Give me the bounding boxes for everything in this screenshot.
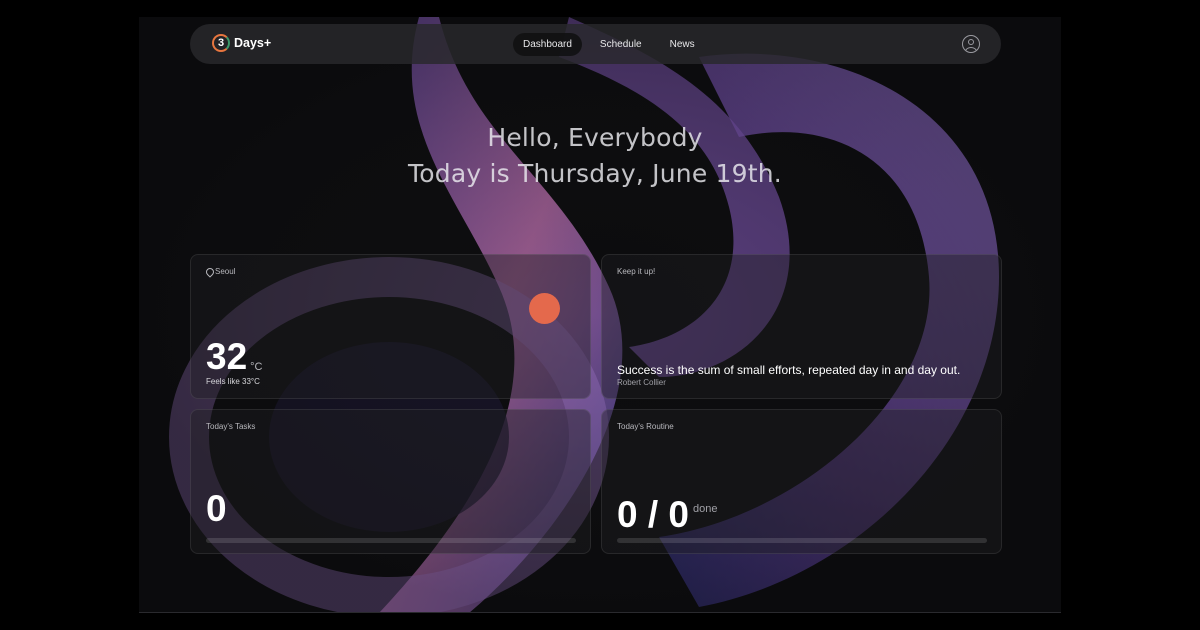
feels-like: Feels like 33°C (206, 377, 260, 386)
weather-card[interactable]: Seoul 32 °C Feels like 33°C (190, 254, 591, 399)
quote-label: Keep it up! (617, 267, 656, 276)
top-navbar: 3 Days+ Dashboard Schedule News (190, 24, 1001, 64)
routine-count: 0 / 0 done (617, 488, 717, 536)
logo-text: Days+ (234, 36, 272, 50)
greeting-title: Hello, Everybody (487, 123, 703, 152)
location-pin-icon (206, 268, 212, 276)
temperature-unit: °C (250, 361, 263, 373)
greeting-date: Today is Thursday, June 19th. (408, 159, 782, 188)
greeting: Hello, Everybody Today is Thursday, June… (139, 120, 1051, 192)
logo-mark-icon: 3 (212, 34, 230, 52)
routine-progress-bar (617, 538, 987, 543)
sun-icon (529, 293, 560, 324)
weather-location: Seoul (206, 267, 235, 276)
routine-count-value: 0 / 0 (617, 494, 689, 535)
tasks-count: 0 (206, 488, 227, 530)
tasks-progress-bar (206, 538, 576, 543)
weather-city: Seoul (215, 267, 236, 276)
tasks-card[interactable]: Today's Tasks 0 (190, 409, 591, 554)
tasks-count-value: 0 (206, 488, 227, 529)
routine-label: Today's Routine (617, 422, 674, 431)
user-avatar-icon[interactable] (962, 35, 980, 53)
quote-author: Robert Collier (617, 378, 666, 387)
nav-item-news[interactable]: News (660, 33, 705, 56)
nav-item-schedule[interactable]: Schedule (590, 33, 652, 56)
tasks-label: Today's Tasks (206, 422, 256, 431)
quote-card[interactable]: Keep it up! Success is the sum of small … (601, 254, 1002, 399)
dashboard-page: 3 Days+ Dashboard Schedule News Hello, E… (139, 17, 1061, 613)
temperature-value: 32 (206, 336, 248, 377)
nav-item-dashboard[interactable]: Dashboard (513, 33, 582, 56)
nav-links: Dashboard Schedule News (513, 33, 713, 56)
routine-suffix: done (693, 503, 718, 515)
quote-text: Success is the sum of small efforts, rep… (617, 363, 961, 377)
temperature: 32 °C (206, 338, 263, 376)
app-logo[interactable]: 3 Days+ (212, 34, 271, 52)
routine-card[interactable]: Today's Routine 0 / 0 done (601, 409, 1002, 554)
